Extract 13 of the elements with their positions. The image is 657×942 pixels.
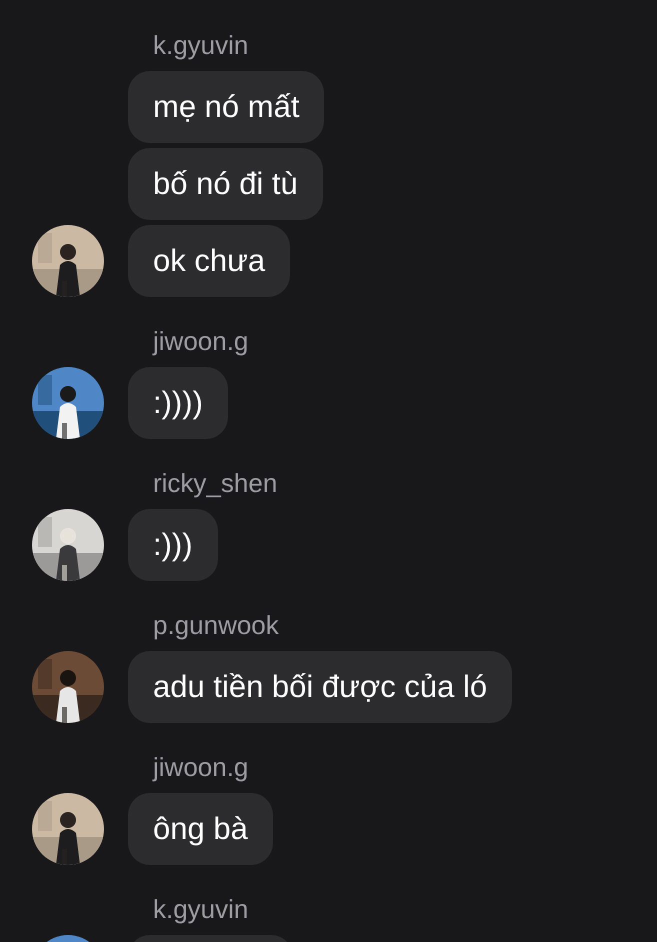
sender-name: k.gyuvin [153,30,248,60]
message-bubble: ok chưa [128,225,290,297]
message-bubble: :)))) [128,367,228,439]
message-bubble: mẹ nó mất [128,71,324,143]
message-bubble: bố nó đi tù [128,148,323,220]
sender-name: jiwoon.g [153,326,248,356]
message-bubble: ông bà [128,793,273,865]
sender-name: ricky_shen [153,468,278,498]
sender-name: k.gyuvin [153,894,248,924]
sender-name: p.gunwook [153,610,279,640]
sender-name: jiwoon.g [153,752,248,782]
message-bubble: :))) [128,509,218,581]
message-bubble: adu tiền bối được của ló [128,651,512,723]
